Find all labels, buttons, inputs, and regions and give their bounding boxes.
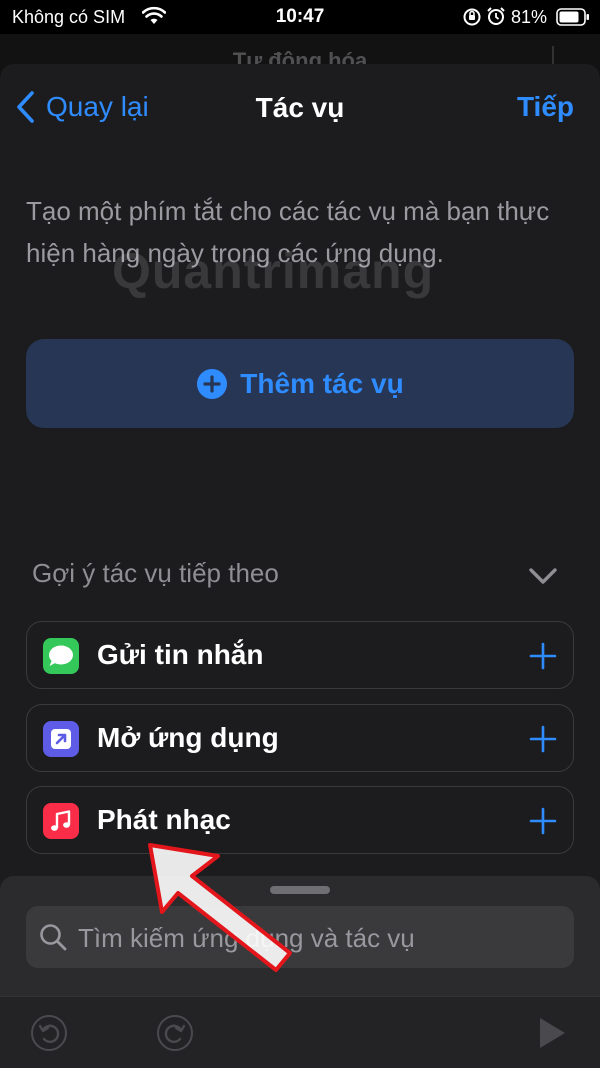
- suggestion-label: Phát nhạc: [97, 804, 231, 835]
- search-input[interactable]: Tìm kiếm ứng dụng và tác vụ: [26, 906, 574, 968]
- redo-icon[interactable]: [156, 1014, 194, 1057]
- suggestion-open-app[interactable]: Mở ứng dụng: [26, 704, 574, 772]
- undo-icon[interactable]: [30, 1014, 68, 1057]
- suggestion-send-message[interactable]: Gửi tin nhắn: [26, 621, 574, 689]
- messages-app-icon: [43, 638, 79, 674]
- plus-icon[interactable]: [529, 725, 557, 758]
- battery-icon: [556, 8, 590, 31]
- alarm-icon: [486, 6, 506, 31]
- chevron-down-icon[interactable]: [528, 566, 558, 591]
- editor-toolbar: [0, 996, 600, 1068]
- chevron-left-icon: [17, 91, 34, 123]
- add-action-label: Thêm tác vụ: [240, 367, 404, 399]
- plus-icon[interactable]: [529, 642, 557, 675]
- clock: 10:47: [275, 6, 325, 27]
- suggestion-label: Gửi tin nhắn: [97, 639, 264, 670]
- watermark-logo: Quantrimang: [112, 243, 435, 299]
- open-app-icon: [43, 721, 79, 757]
- play-icon[interactable]: [536, 1015, 568, 1056]
- back-label: Quay lại: [46, 91, 149, 122]
- suggestions-header[interactable]: Gợi ý tác vụ tiếp theo: [32, 558, 279, 589]
- next-button[interactable]: Tiếp: [517, 91, 574, 123]
- battery-percent: 81%: [511, 7, 548, 27]
- action-search-sheet: Tìm kiếm ứng dụng và tác vụ: [0, 876, 600, 1068]
- suggestion-play-music[interactable]: Phát nhạc: [26, 786, 574, 854]
- music-app-icon: [43, 803, 79, 839]
- rotation-lock-icon: [462, 7, 482, 32]
- back-button[interactable]: Quay lại: [14, 90, 149, 124]
- plus-icon[interactable]: [529, 807, 557, 840]
- sheet-grabber[interactable]: [270, 886, 330, 894]
- plus-circle-icon: [197, 368, 228, 399]
- suggestion-label: Mở ứng dụng: [97, 722, 279, 753]
- search-icon: [40, 924, 67, 951]
- status-bar: Không có SIM 10:47 81%: [0, 0, 600, 34]
- add-action-button[interactable]: Thêm tác vụ: [26, 339, 574, 428]
- search-placeholder: Tìm kiếm ứng dụng và tác vụ: [78, 923, 415, 953]
